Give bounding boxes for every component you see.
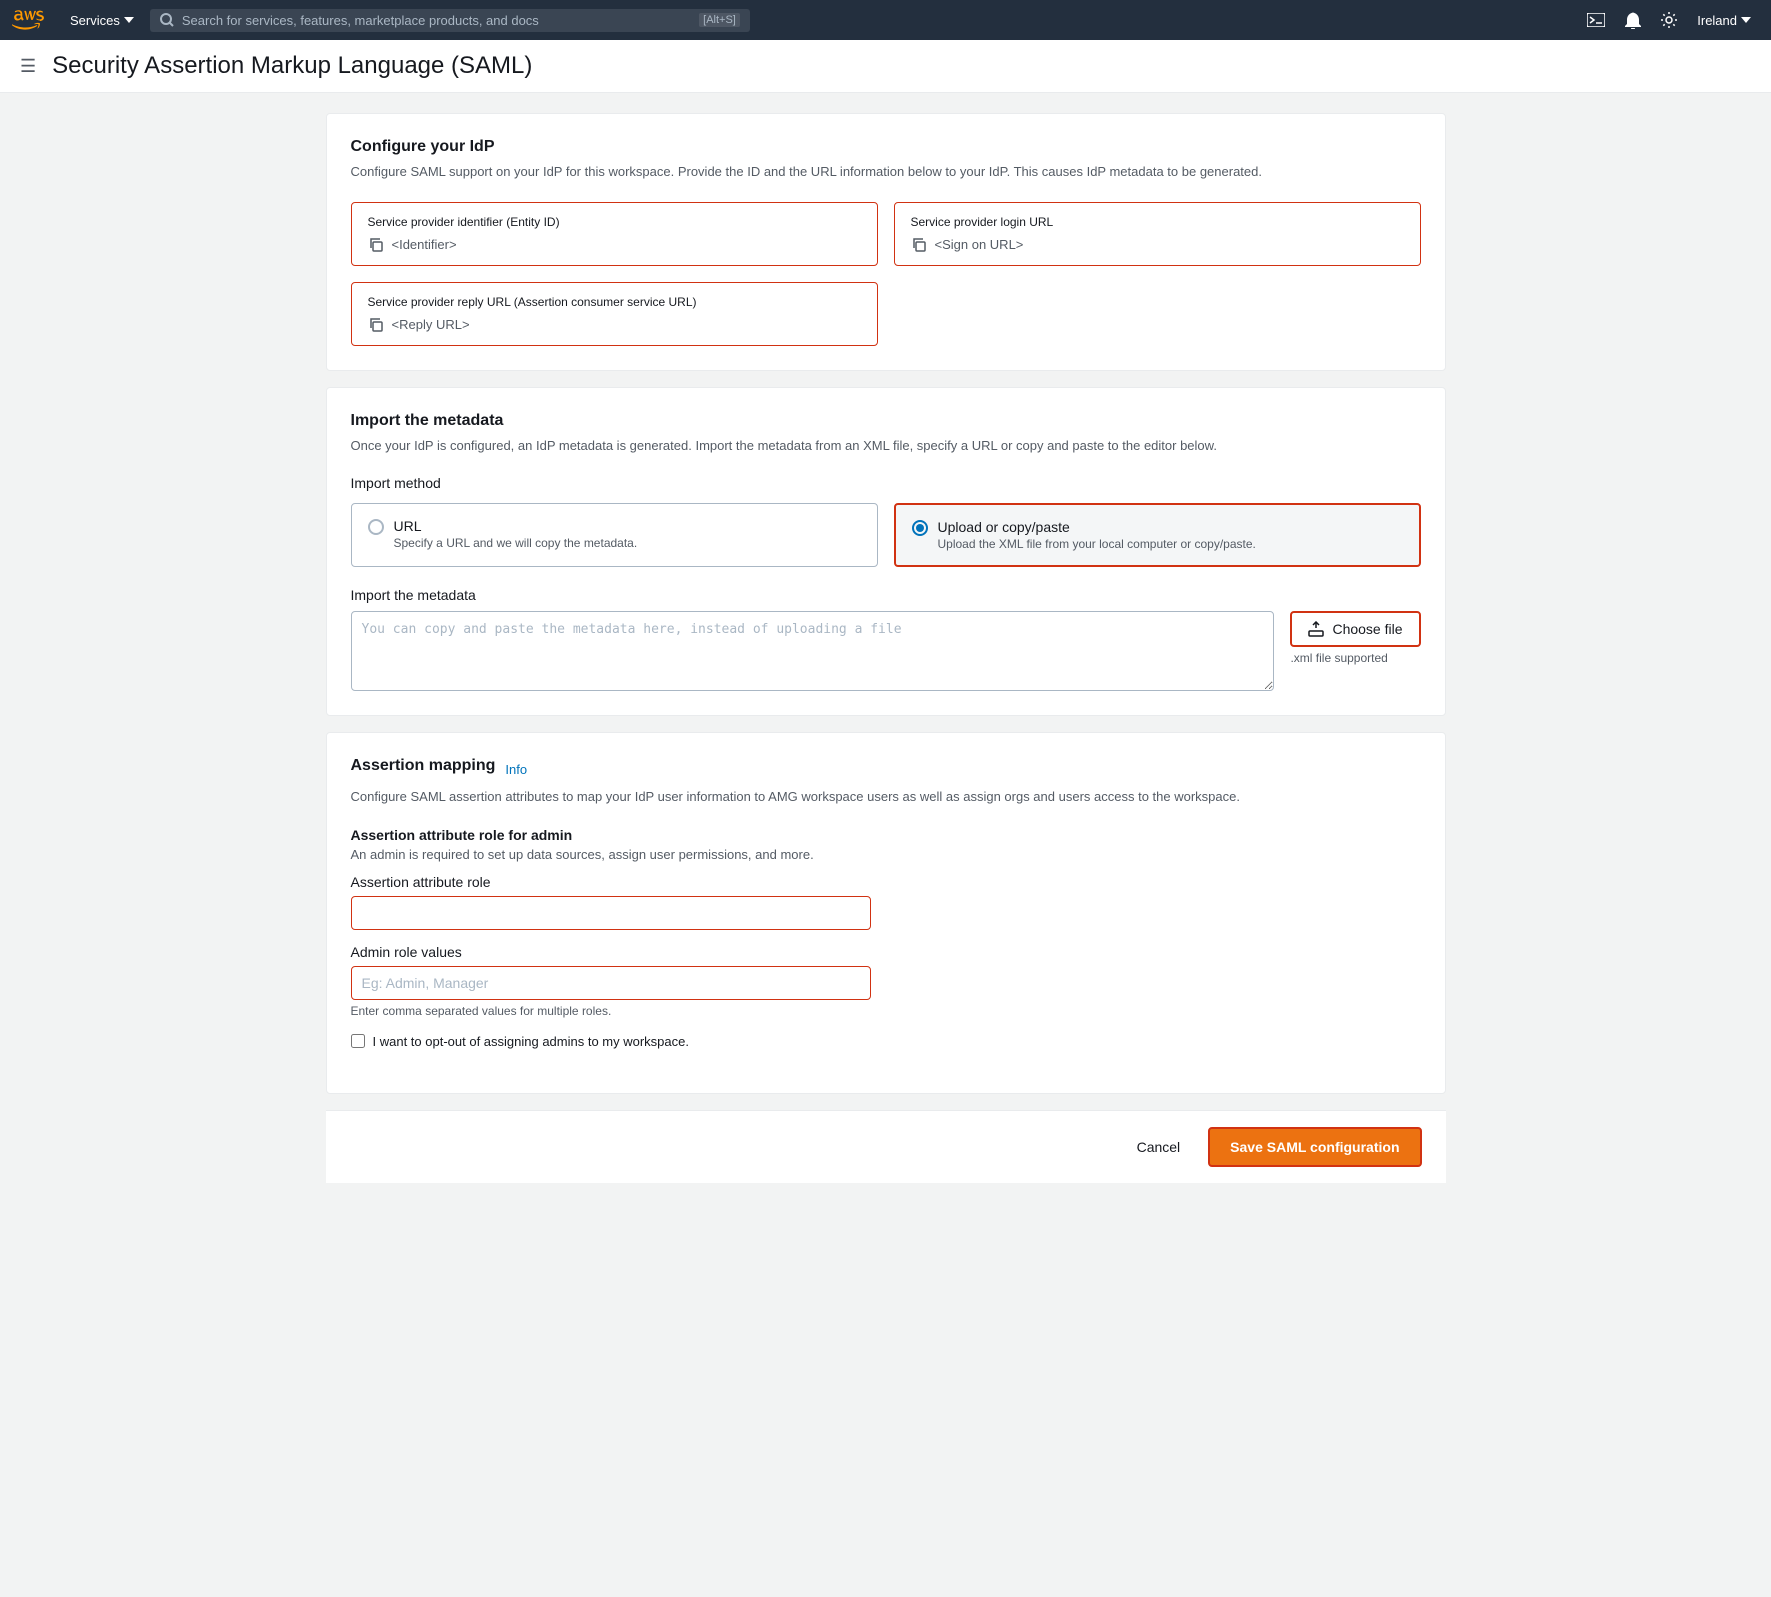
services-menu[interactable]: Services xyxy=(62,9,142,32)
upload-option-text: Upload or copy/paste Upload the XML file… xyxy=(938,519,1256,551)
url-option[interactable]: URL Specify a URL and we will copy the m… xyxy=(351,503,878,567)
info-link[interactable]: Info xyxy=(505,762,527,777)
method-options: URL Specify a URL and we will copy the m… xyxy=(351,503,1421,567)
upload-option-desc: Upload the XML file from your local comp… xyxy=(938,537,1256,551)
upload-radio[interactable] xyxy=(912,520,928,536)
hamburger-menu[interactable]: ☰ xyxy=(20,56,36,77)
entity-id-text: <Identifier> xyxy=(392,237,457,252)
reply-url-text: <Reply URL> xyxy=(392,317,470,332)
assertion-mapping-section: Assertion mapping Info Configure SAML as… xyxy=(326,732,1446,1094)
admin-role-title: Assertion attribute role for admin xyxy=(351,827,1421,843)
copy-icon-entity[interactable] xyxy=(368,237,384,253)
url-option-text: URL Specify a URL and we will copy the m… xyxy=(394,518,638,550)
assertion-attr-role-input[interactable] xyxy=(351,896,871,930)
search-shortcut: [Alt+S] xyxy=(699,13,740,27)
page-header: ☰ Security Assertion Markup Language (SA… xyxy=(0,40,1771,93)
metadata-label: Import the metadata xyxy=(351,587,1421,603)
region-label: Ireland xyxy=(1697,13,1737,28)
choose-file-label: Choose file xyxy=(1332,621,1402,637)
url-option-title: URL xyxy=(394,518,638,534)
import-method-label: Import method xyxy=(351,475,1421,491)
configure-idp-desc: Configure SAML support on your IdP for t… xyxy=(351,162,1421,182)
choose-file-area: Choose file .xml file supported xyxy=(1290,611,1420,665)
reply-url-box: Service provider reply URL (Assertion co… xyxy=(351,282,878,346)
footer: Cancel Save SAML configuration xyxy=(326,1110,1446,1183)
entity-id-value: <Identifier> xyxy=(368,237,861,253)
comma-hint: Enter comma separated values for multipl… xyxy=(351,1004,1421,1018)
copy-icon-login[interactable] xyxy=(911,237,927,253)
terminal-icon[interactable] xyxy=(1579,9,1613,31)
login-url-value: <Sign on URL> xyxy=(911,237,1404,253)
configure-idp-section: Configure your IdP Configure SAML suppor… xyxy=(326,113,1446,371)
xml-hint: .xml file supported xyxy=(1290,651,1387,665)
nav-right: Ireland xyxy=(1579,7,1759,33)
login-url-label: Service provider login URL xyxy=(911,215,1404,229)
login-url-text: <Sign on URL> xyxy=(935,237,1024,252)
assertion-attr-role-label: Assertion attribute role xyxy=(351,874,1421,890)
aws-logo[interactable] xyxy=(12,8,50,32)
main-content: Configure your IdP Configure SAML suppor… xyxy=(306,93,1466,1203)
opt-out-checkbox[interactable] xyxy=(351,1034,365,1048)
import-metadata-title: Import the metadata xyxy=(351,412,1421,430)
assertion-mapping-desc: Configure SAML assertion attributes to m… xyxy=(351,787,1421,807)
search-bar[interactable]: [Alt+S] xyxy=(150,9,750,32)
metadata-row: Choose file .xml file supported xyxy=(351,611,1421,691)
metadata-textarea[interactable] xyxy=(351,611,1275,691)
admin-role-desc: An admin is required to set up data sour… xyxy=(351,847,1421,862)
admin-role-values-input[interactable] xyxy=(351,966,871,1000)
services-label: Services xyxy=(70,13,120,28)
region-selector[interactable]: Ireland xyxy=(1689,9,1759,32)
url-radio[interactable] xyxy=(368,519,384,535)
entity-id-label: Service provider identifier (Entity ID) xyxy=(368,215,861,229)
reply-url-value: <Reply URL> xyxy=(368,317,861,333)
opt-out-label: I want to opt-out of assigning admins to… xyxy=(373,1034,690,1049)
admin-role-values-label: Admin role values xyxy=(351,944,1421,960)
upload-option[interactable]: Upload or copy/paste Upload the XML file… xyxy=(894,503,1421,567)
cancel-button[interactable]: Cancel xyxy=(1121,1127,1197,1167)
entity-id-box: Service provider identifier (Entity ID) … xyxy=(351,202,878,266)
import-metadata-section: Import the metadata Once your IdP is con… xyxy=(326,387,1446,717)
copy-icon-reply[interactable] xyxy=(368,317,384,333)
choose-file-button[interactable]: Choose file xyxy=(1290,611,1420,647)
import-metadata-desc: Once your IdP is configured, an IdP meta… xyxy=(351,436,1421,456)
settings-icon[interactable] xyxy=(1653,8,1685,32)
login-url-box: Service provider login URL <Sign on URL> xyxy=(894,202,1421,266)
page-title: Security Assertion Markup Language (SAML… xyxy=(52,52,532,80)
reply-url-label: Service provider reply URL (Assertion co… xyxy=(368,295,861,309)
configure-idp-title: Configure your IdP xyxy=(351,138,1421,156)
top-navigation: Services [Alt+S] Ireland xyxy=(0,0,1771,40)
assertion-header: Assertion mapping Info xyxy=(351,757,1421,781)
save-button[interactable]: Save SAML configuration xyxy=(1208,1127,1421,1167)
search-input[interactable] xyxy=(182,13,691,28)
idp-grid: Service provider identifier (Entity ID) … xyxy=(351,202,1421,346)
opt-out-row: I want to opt-out of assigning admins to… xyxy=(351,1034,1421,1049)
bell-icon[interactable] xyxy=(1617,7,1649,33)
upload-option-title: Upload or copy/paste xyxy=(938,519,1256,535)
upload-icon xyxy=(1308,621,1324,637)
url-option-desc: Specify a URL and we will copy the metad… xyxy=(394,536,638,550)
upload-radio-inner xyxy=(916,524,924,532)
assertion-mapping-title: Assertion mapping xyxy=(351,757,496,775)
